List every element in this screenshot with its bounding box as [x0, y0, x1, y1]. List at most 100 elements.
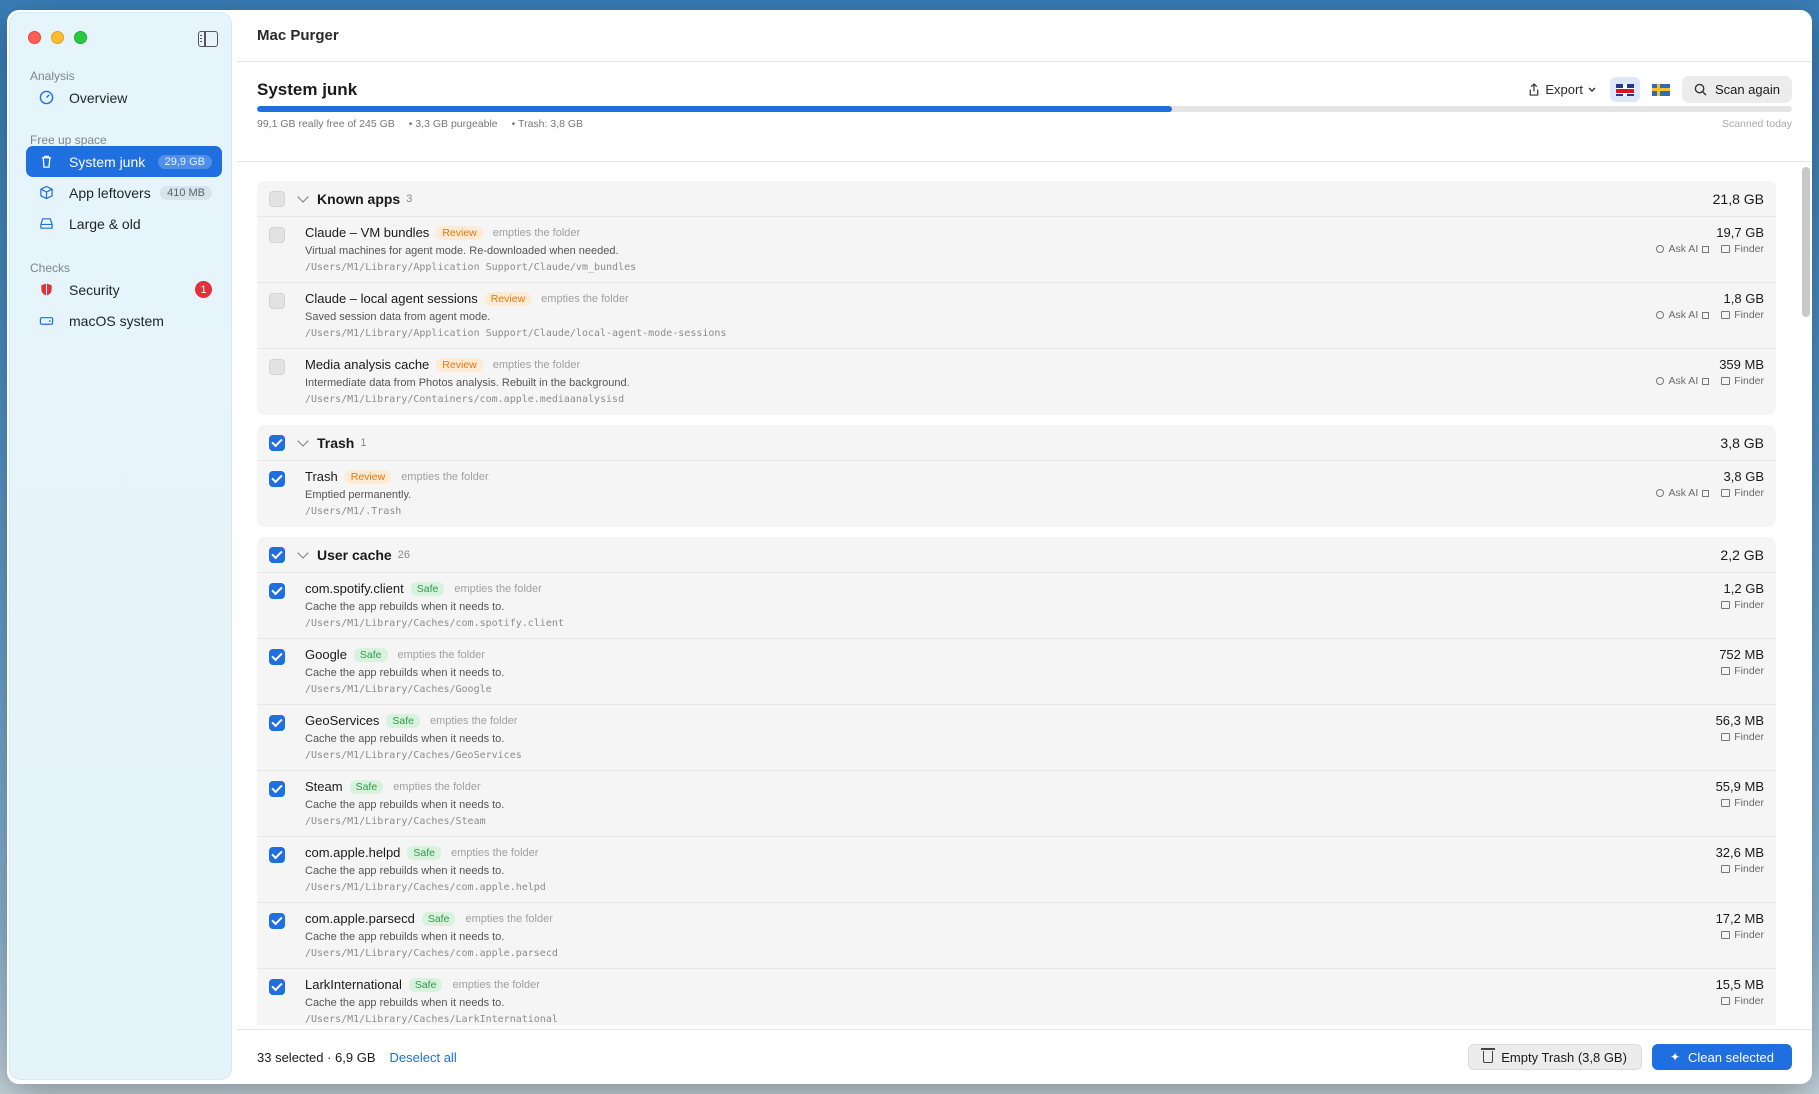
disk-usage-bar	[257, 106, 1792, 112]
group-size: 2,2 GB	[1720, 546, 1764, 563]
item-description: Cache the app rebuilds when it needs to.	[305, 997, 505, 1009]
item-path: /Users/M1/Library/Caches/GeoServices	[305, 750, 522, 761]
sidebar-item-system-junk[interactable]: System junk 29,9 GB	[26, 146, 222, 177]
deselect-all-link[interactable]: Deselect all	[390, 1050, 457, 1065]
reveal-in-finder-link[interactable]: Finder	[1721, 863, 1764, 875]
item-action: empties the folder	[452, 978, 540, 991]
status-badge: Review	[436, 357, 483, 372]
item-description: Virtual machines for agent mode. Re-down…	[305, 245, 619, 257]
status-badge: Safe	[353, 647, 388, 662]
item-title-line: Steam Safe empties the folder	[305, 779, 1764, 794]
close-window-button[interactable]	[28, 31, 41, 44]
sidebar-item-overview[interactable]: Overview	[26, 82, 222, 113]
item-description: Cache the app rebuilds when it needs to.	[305, 931, 505, 943]
reveal-in-finder-link[interactable]: Finder	[1721, 599, 1764, 611]
trash-icon	[38, 154, 54, 170]
zoom-window-button[interactable]	[74, 31, 87, 44]
sidebar-item-app-leftovers[interactable]: App leftovers 410 MB	[26, 177, 222, 208]
reveal-in-finder-link[interactable]: Finder	[1721, 375, 1764, 387]
item-checkbox[interactable]	[269, 293, 285, 309]
sidebar-section-free-up-space: Free up space	[30, 133, 107, 147]
item-checkbox[interactable]	[269, 471, 285, 487]
ask-ai-link[interactable]: Ask AI	[1656, 309, 1710, 321]
item-checkbox[interactable]	[269, 359, 285, 375]
item-size: 19,7 GB	[1716, 225, 1764, 240]
reveal-in-finder-link[interactable]: Finder	[1721, 929, 1764, 941]
item-checkbox[interactable]	[269, 847, 285, 863]
chevron-down-icon[interactable]	[297, 190, 309, 203]
free-space-stat: 99,1 GB really free of 245 GB	[257, 118, 395, 130]
sidebar-item-macos-system[interactable]: macOS system	[26, 305, 222, 336]
item-path: /Users/M1/Library/Caches/com.apple.parse…	[305, 948, 558, 959]
group-checkbox[interactable]	[269, 546, 285, 563]
reveal-in-finder-link[interactable]: Finder	[1721, 995, 1764, 1007]
item-links: Ask AI Finder	[1656, 309, 1764, 321]
item-checkbox[interactable]	[269, 913, 285, 929]
item-name: Steam	[305, 779, 343, 794]
clean-selected-button[interactable]: ✦ Clean selected	[1651, 1044, 1792, 1070]
language-english-button[interactable]	[1609, 77, 1640, 102]
empty-trash-button[interactable]: Empty Trash (3,8 GB)	[1468, 1044, 1642, 1070]
group-header[interactable]: Trash 1 3,8 GB	[257, 425, 1776, 461]
reveal-in-finder-link[interactable]: Finder	[1721, 731, 1764, 743]
item-links: Finder	[1716, 797, 1764, 809]
empty-trash-label: Empty Trash (3,8 GB)	[1501, 1049, 1627, 1065]
sidebar-item-large-old[interactable]: Large & old	[26, 208, 222, 239]
page-title: System junk	[257, 80, 358, 99]
status-badge: Safe	[407, 845, 442, 860]
reveal-in-finder-link[interactable]: Finder	[1721, 797, 1764, 809]
item-meta: 32,6 MB Finder	[1716, 845, 1764, 875]
item-title-line: Trash Review empties the folder	[305, 469, 1764, 484]
reveal-in-finder-link[interactable]: Finder	[1721, 487, 1764, 499]
minimize-window-button[interactable]	[51, 31, 64, 44]
group-size: 3,8 GB	[1720, 434, 1764, 451]
sidebar-toggle-icon[interactable]	[198, 31, 218, 47]
list-item: com.apple.parsecd Safe empties the folder C…	[257, 903, 1776, 969]
chevron-down-icon[interactable]	[297, 546, 309, 559]
reveal-in-finder-link[interactable]: Finder	[1721, 309, 1764, 321]
item-size: 15,5 MB	[1715, 977, 1764, 992]
language-swedish-button[interactable]	[1646, 77, 1676, 102]
item-checkbox[interactable]	[269, 979, 285, 995]
group-header[interactable]: Known apps 3 21,8 GB	[257, 181, 1776, 217]
export-button[interactable]: Export	[1520, 78, 1604, 101]
scrollbar[interactable]	[1802, 167, 1810, 317]
magnifier-icon	[1656, 489, 1665, 497]
status-badge: Safe	[408, 977, 443, 992]
item-checkbox[interactable]	[269, 781, 285, 797]
sidebar-item-security[interactable]: Security 1	[26, 274, 222, 305]
item-description: Cache the app rebuilds when it needs to.	[305, 865, 505, 877]
item-path: /Users/M1/Library/Caches/com.spotify.cli…	[305, 618, 564, 629]
ask-ai-link[interactable]: Ask AI	[1656, 487, 1710, 499]
item-checkbox[interactable]	[269, 649, 285, 665]
group-header[interactable]: User cache 26 2,2 GB	[257, 537, 1776, 573]
item-title-line: com.spotify.client Safe empties the folder	[305, 581, 1764, 596]
item-checkbox[interactable]	[269, 583, 285, 599]
item-path: /Users/M1/Library/Containers/com.apple.m…	[305, 394, 625, 405]
item-checkbox[interactable]	[269, 227, 285, 243]
item-body: Google Safe empties the folder Cache the ap…	[305, 647, 1764, 704]
chevron-down-icon[interactable]	[297, 434, 309, 447]
folder-icon	[1721, 667, 1731, 675]
group-checkbox[interactable]	[269, 190, 285, 207]
finder-label: Finder	[1734, 375, 1764, 387]
item-checkbox[interactable]	[269, 715, 285, 731]
reveal-in-finder-link[interactable]: Finder	[1721, 243, 1764, 255]
item-body: Trash Review empties the folder Emptied per…	[305, 469, 1764, 527]
header-toolbar: Export Scan again	[1520, 76, 1792, 103]
ask-ai-link[interactable]: Ask AI	[1656, 243, 1710, 255]
item-size: 359 MB	[1719, 357, 1764, 372]
sidebar-item-label: System junk	[69, 153, 146, 170]
item-body: com.apple.parsecd Safe empties the folder C…	[305, 911, 1764, 968]
item-action: empties the folder	[454, 582, 542, 595]
ask-ai-link[interactable]: Ask AI	[1656, 375, 1710, 387]
ask-ai-label: Ask AI	[1668, 487, 1699, 499]
list-item: Trash Review empties the folder Emptied per…	[257, 461, 1776, 527]
folder-icon	[1721, 733, 1731, 741]
item-meta: 17,2 MB Finder	[1716, 911, 1764, 941]
reveal-in-finder-link[interactable]: Finder	[1721, 665, 1764, 677]
item-body: LarkInternational Safe empties the folder C…	[305, 977, 1764, 1025]
scan-again-button[interactable]: Scan again	[1681, 76, 1792, 103]
item-meta: 1,2 GB Finder	[1721, 581, 1764, 611]
group-checkbox[interactable]	[269, 434, 285, 451]
